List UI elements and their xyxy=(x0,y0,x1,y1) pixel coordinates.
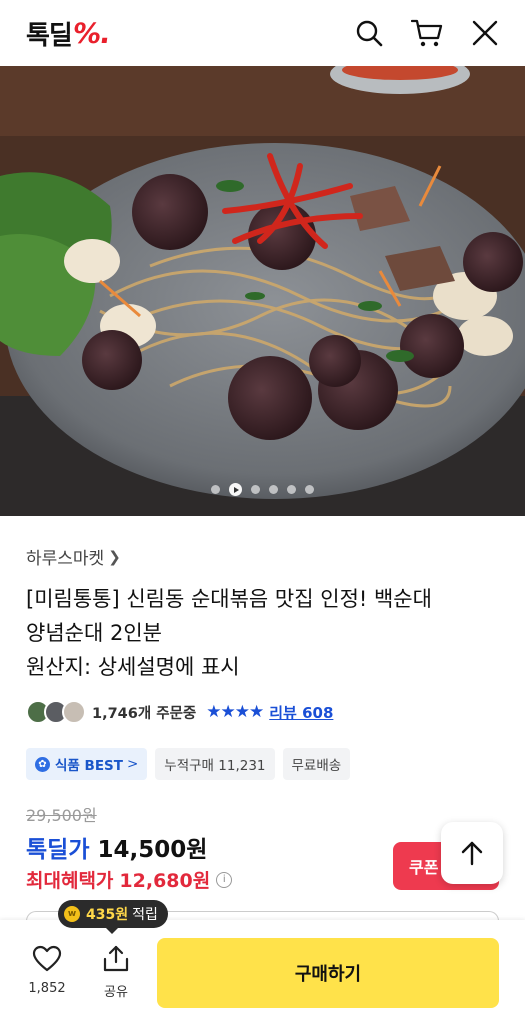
carousel-dot[interactable] xyxy=(305,485,314,494)
product-stats: 1,746개 주문중 ★★★★ 리뷰 608 xyxy=(26,698,499,726)
food-best-badge[interactable]: ✿ 식품 BEST > xyxy=(26,748,148,780)
points-label: 적립 xyxy=(132,907,158,923)
deal-price: 14,500원 xyxy=(97,837,208,863)
avatar xyxy=(62,700,86,724)
points-amount: 435원 xyxy=(86,907,129,923)
carousel-dot[interactable] xyxy=(211,485,220,494)
order-count: 1,746개 주문중 xyxy=(92,705,197,722)
coupon-label: 쿠폰 xyxy=(409,858,439,877)
origin-line: 원산지: 상세설명에 표시 xyxy=(26,655,240,679)
buy-button[interactable]: 구매하기 xyxy=(157,938,499,1008)
cumulative-purchase-tag: 누적구매 11,231 xyxy=(155,748,275,780)
top-header: 톡딜%. xyxy=(0,0,525,66)
review-link[interactable]: 리뷰 608 xyxy=(269,702,333,723)
best-badge-icon: ✿ xyxy=(35,756,50,772)
deal-price-label: 톡딜가 xyxy=(26,837,90,863)
share-icon xyxy=(103,945,129,972)
product-photo xyxy=(0,66,525,516)
close-icon[interactable] xyxy=(467,15,503,51)
buyer-avatars xyxy=(26,700,86,724)
like-button[interactable]: 1,852 xyxy=(25,945,69,996)
share-button[interactable]: 공유 xyxy=(94,945,138,1000)
like-count: 1,852 xyxy=(28,981,66,996)
buy-label: 구매하기 xyxy=(294,964,362,985)
talkdeal-logo[interactable]: 톡딜%. xyxy=(26,15,112,52)
product-title: [미림통통] 신림동 순대볶음 맛집 인정! 백순대 양념순대 2인분 원산지:… xyxy=(26,582,499,684)
arrow-up-icon xyxy=(461,841,483,866)
coin-icon: w xyxy=(64,906,80,922)
tag-row: ✿ 식품 BEST > 누적구매 11,231 무료배송 xyxy=(26,748,499,780)
share-label: 공유 xyxy=(104,985,128,1000)
title-line: 양념순대 2인분 xyxy=(26,621,162,645)
carousel-dot[interactable] xyxy=(251,485,260,494)
points-tooltip: w 435원 적립 xyxy=(58,900,168,934)
logo-text: 톡딜 xyxy=(26,20,73,51)
search-icon[interactable] xyxy=(351,15,387,51)
info-icon[interactable]: i xyxy=(216,871,233,888)
logo-mark: %. xyxy=(70,16,112,50)
best-badge-label: 식품 BEST xyxy=(55,758,123,774)
chevron-right-icon: ❯ xyxy=(108,547,121,566)
carousel-dot[interactable] xyxy=(269,485,278,494)
rating-stars: ★★★★ xyxy=(206,702,264,722)
heart-icon xyxy=(32,945,62,972)
scroll-top-button[interactable] xyxy=(441,822,503,884)
max-benefit-price: 12,680원 xyxy=(119,870,211,892)
cart-icon[interactable] xyxy=(409,15,445,51)
store-link[interactable]: 하루스마켓 ❯ xyxy=(26,544,499,570)
carousel-dot[interactable] xyxy=(287,485,296,494)
chevron-right-icon: > xyxy=(126,756,139,772)
play-icon[interactable] xyxy=(229,483,242,496)
product-image-carousel[interactable] xyxy=(0,66,525,516)
store-name: 하루스마켓 xyxy=(26,549,105,569)
free-shipping-tag: 무료배송 xyxy=(282,748,351,780)
title-line: [미림통통] 신림동 순대볶음 맛집 인정! 백순대 xyxy=(26,587,432,611)
original-price: 29,500원 xyxy=(26,806,97,825)
max-benefit-label: 최대혜택가 xyxy=(26,870,114,892)
carousel-indicator xyxy=(0,483,525,496)
